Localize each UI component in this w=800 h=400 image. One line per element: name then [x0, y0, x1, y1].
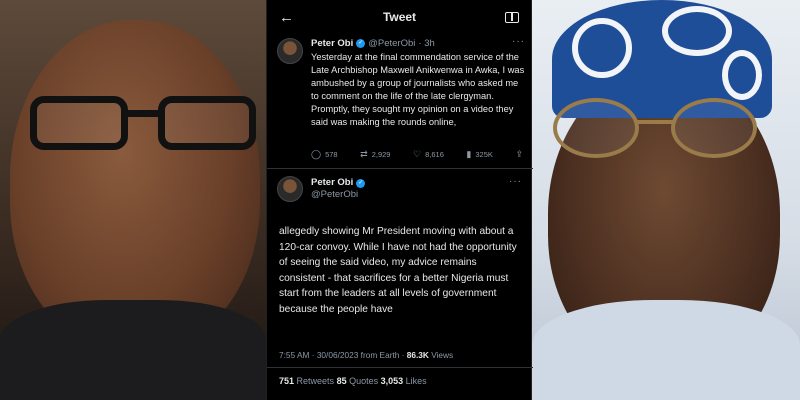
right-robe [532, 300, 800, 400]
likes-count[interactable]: 3,053 [381, 376, 404, 386]
avatar[interactable] [277, 176, 303, 202]
arrow-left-icon[interactable]: ← [279, 9, 294, 26]
divider [267, 168, 533, 169]
share-button[interactable]: ⇪ [515, 149, 523, 160]
verified-badge-icon: ✓ [356, 39, 366, 48]
like-button[interactable]: ♡ 8,616 [413, 149, 444, 160]
tweet-1-text: Yesterday at the final commendation serv… [311, 52, 525, 127]
author-handle[interactable]: @PeterObi [368, 38, 415, 49]
left-photo [0, 0, 266, 400]
more-options-icon[interactable]: ··· [512, 36, 525, 47]
tweet-panel: ← Tweet Peter Obi ✓ @PeterObi · 3h ··· Y… [266, 0, 533, 400]
reply-icon: ◯ [311, 149, 322, 159]
like-icon: ♡ [413, 149, 422, 159]
tweet-1-actions: ◯ 578 ⇄ 2,929 ♡ 8,616 ▮ 325K ⇪ [311, 149, 523, 160]
retweet-icon: ⇄ [360, 149, 368, 159]
views-count: 325K [475, 150, 493, 159]
page-title: Tweet [382, 10, 417, 24]
timestamp[interactable]: 7:55 AM · 30/06/2023 from Earth · [279, 350, 407, 360]
engagement-stats: 751 Retweets 85 Quotes 3,053 Likes [279, 376, 427, 386]
quotes-count[interactable]: 85 [337, 376, 347, 386]
likes-label[interactable]: Likes [403, 376, 427, 386]
reader-view-icon[interactable] [505, 11, 519, 23]
retweets-label[interactable]: Retweets [294, 376, 337, 386]
left-shirt [0, 300, 266, 400]
retweets-count[interactable]: 751 [279, 376, 294, 386]
more-options-icon[interactable]: ··· [509, 176, 531, 187]
verified-badge-icon: ✓ [356, 178, 366, 188]
author-name[interactable]: Peter Obi [311, 38, 353, 49]
tweet-2-header: Peter Obi ✓ @PeterObi [277, 176, 366, 202]
divider [267, 367, 533, 368]
tweet-2-text: allegedly showing Mr President moving wi… [279, 226, 517, 315]
round-eyeglasses [553, 98, 765, 164]
reply-count: 578 [325, 150, 338, 159]
views-icon: ▮ [466, 149, 472, 159]
eyeglasses [30, 96, 266, 154]
tweet-topbar: ← Tweet [267, 0, 531, 34]
author-handle[interactable]: @PeterObi [311, 189, 365, 201]
tweet-1-header: Peter Obi ✓ @PeterObi · 3h [311, 38, 525, 49]
author-name[interactable]: Peter Obi [311, 177, 353, 189]
views-count: 86.3K [406, 350, 429, 360]
quotes-label[interactable]: Quotes [347, 376, 381, 386]
share-icon: ⇪ [515, 149, 523, 159]
views-label: Views [428, 350, 454, 360]
tweet-1[interactable]: Peter Obi ✓ @PeterObi · 3h ··· Yesterday… [277, 36, 525, 129]
retweet-button[interactable]: ⇄ 2,929 [360, 149, 390, 160]
views-button[interactable]: ▮ 325K [466, 149, 492, 160]
retweet-count: 2,929 [371, 150, 391, 159]
avatar[interactable] [277, 38, 303, 64]
like-count: 8,616 [425, 150, 444, 159]
tweet-metadata: 7:55 AM · 30/06/2023 from Earth · 86.3K … [279, 350, 453, 360]
tweet-time[interactable]: · 3h [418, 38, 434, 49]
reply-button[interactable]: ◯ 578 [311, 149, 338, 160]
